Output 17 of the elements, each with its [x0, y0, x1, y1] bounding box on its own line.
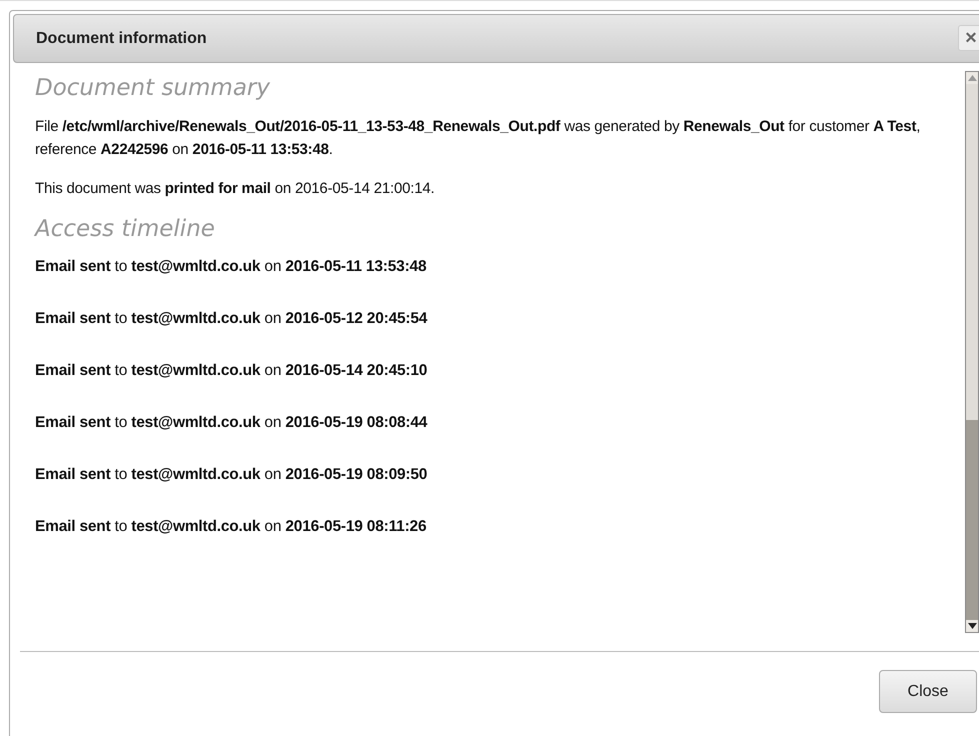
section-heading: Document summary	[35, 75, 271, 101]
timeline-entry: Email sent to test@wmltd.co.uk on 2016-05-11 13:53:48	[35, 257, 428, 277]
summary-paragraph: File /etc/wml/archive/Renewals_Out/2016-05-11_13-53-48_Renewals_Out.pdf was generated by Renewals_Out for customer A Test, reference A2242596 on 2016-05-11 13:53:48.	[35, 117, 922, 160]
summary-paragraph: This document was printed for mail on 2016-05-14 21:00:14.	[35, 179, 436, 199]
timeline-entry: Email sent to test@wmltd.co.uk on 2016-05-19 08:11:26	[35, 517, 428, 537]
section-heading: Access timeline	[35, 216, 216, 242]
timeline-entry: Email sent to test@wmltd.co.uk on 2016-05-19 08:09:50	[35, 465, 428, 485]
close-button[interactable]: ×	[958, 25, 979, 51]
scroll-thumb[interactable]	[966, 420, 978, 620]
scroll-up-icon[interactable]	[966, 72, 978, 84]
timeline-entry: Email sent to test@wmltd.co.uk on 2016-05-19 08:08:44	[35, 413, 428, 433]
timeline-entry: Email sent to test@wmltd.co.uk on 2016-05-12 20:45:54	[35, 309, 428, 329]
dialog-title: Document information	[36, 30, 207, 48]
scrollbar[interactable]	[965, 71, 979, 633]
close-button[interactable]: Close	[879, 670, 977, 713]
timeline-entry: Email sent to test@wmltd.co.uk on 2016-05-14 20:45:10	[35, 361, 428, 381]
scroll-down-icon[interactable]	[966, 620, 978, 632]
